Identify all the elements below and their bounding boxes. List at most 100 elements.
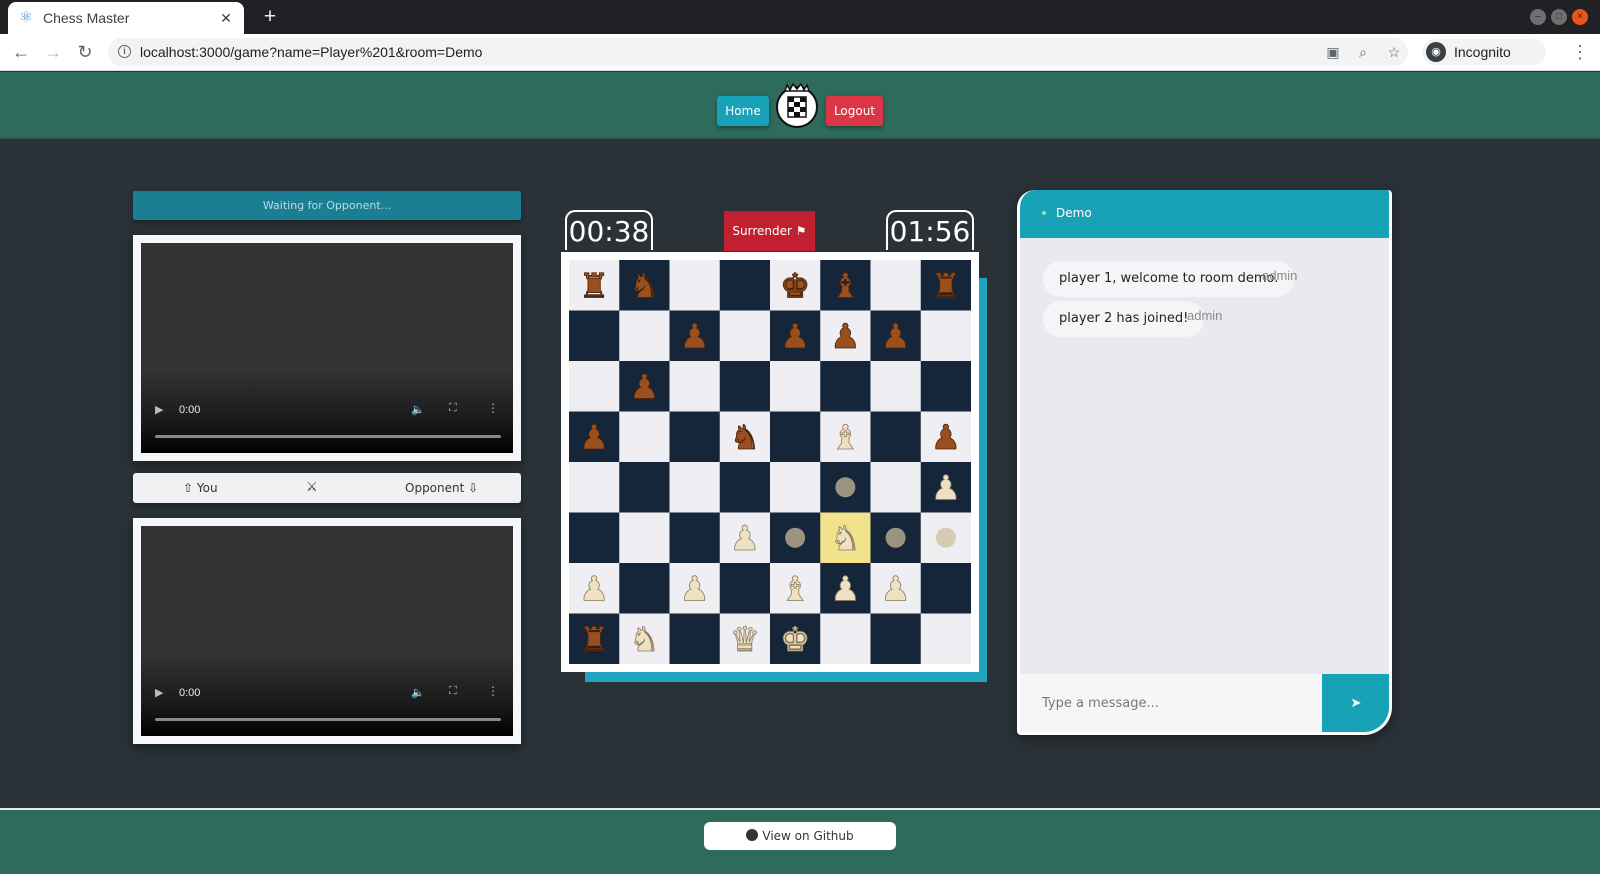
board-square[interactable] <box>569 361 620 412</box>
board-square[interactable] <box>820 613 871 665</box>
black-pawn-icon[interactable]: ♟ <box>779 316 810 357</box>
volume-icon[interactable]: 🔈 <box>411 686 425 699</box>
send-button[interactable]: ➤ <box>1322 674 1389 732</box>
white-pawn-icon[interactable]: ♟ <box>930 468 961 509</box>
board-square[interactable] <box>669 613 721 665</box>
white-pawn-icon[interactable]: ♟ <box>830 569 861 610</box>
video-progress-track[interactable] <box>155 435 501 438</box>
play-icon[interactable]: ▶ <box>155 686 163 699</box>
black-pawn-icon[interactable]: ♟ <box>629 367 660 408</box>
zoom-icon[interactable]: ⌕ <box>1354 43 1372 61</box>
board-square[interactable] <box>669 411 721 463</box>
home-button[interactable]: Home <box>717 96 769 126</box>
remote-video[interactable]: ▶ 0:00 🔈 ⛶ ⋮ <box>141 526 513 736</box>
white-queen-icon[interactable]: ♛ <box>729 619 760 660</box>
black-rook-icon[interactable]: ♜ <box>578 266 609 307</box>
board-square[interactable] <box>719 563 771 614</box>
black-bishop-icon[interactable]: ♝ <box>830 266 861 307</box>
maximize-button[interactable]: □ <box>1551 9 1567 25</box>
white-knight-icon[interactable]: ♞ <box>830 518 861 559</box>
black-rook-icon[interactable]: ♜ <box>930 266 961 307</box>
move-hint-dot[interactable] <box>935 527 956 548</box>
browser-menu-icon[interactable]: ⋮ <box>1570 40 1590 64</box>
board-square[interactable] <box>569 310 620 362</box>
board-square[interactable] <box>770 411 821 463</box>
logout-button[interactable]: Logout <box>826 96 883 126</box>
white-knight-icon[interactable]: ♞ <box>629 619 660 660</box>
board-square[interactable] <box>920 361 971 412</box>
move-hint-dot[interactable] <box>885 527 906 548</box>
white-pawn-icon[interactable]: ♟ <box>578 569 609 610</box>
message-input[interactable] <box>1020 674 1322 732</box>
more-options-icon[interactable]: ⋮ <box>487 684 499 698</box>
white-bishop-icon[interactable]: ♝ <box>779 569 810 610</box>
fullscreen-icon[interactable]: ⛶ <box>449 402 457 415</box>
chess-logo-icon[interactable] <box>776 82 818 128</box>
board-square[interactable] <box>770 361 821 412</box>
close-icon[interactable]: ✕ <box>218 10 234 27</box>
board-square[interactable] <box>870 260 922 311</box>
address-bar[interactable]: i localhost:3000/game?name=Player%201&ro… <box>108 38 1408 66</box>
board-square[interactable] <box>920 563 971 614</box>
board-square[interactable] <box>669 361 721 412</box>
board-square[interactable] <box>870 361 922 412</box>
black-pawn-icon[interactable]: ♟ <box>930 417 961 458</box>
board-square[interactable] <box>719 310 771 362</box>
volume-icon[interactable]: 🔈 <box>411 403 425 416</box>
white-bishop-icon[interactable]: ♝ <box>830 417 861 458</box>
board-square[interactable] <box>669 512 721 564</box>
board-square[interactable] <box>820 361 871 412</box>
github-button[interactable]: View on Github <box>704 822 896 850</box>
board-square[interactable] <box>569 512 620 564</box>
move-hint-dot[interactable] <box>835 477 856 498</box>
board-square[interactable] <box>669 462 721 513</box>
more-options-icon[interactable]: ⋮ <box>487 401 499 415</box>
white-pawn-icon[interactable]: ♟ <box>729 518 760 559</box>
local-video[interactable]: ▶ 0:00 🔈 ⛶ ⋮ <box>141 243 513 453</box>
forward-button[interactable]: → <box>41 40 65 64</box>
board-square[interactable] <box>870 462 922 513</box>
fullscreen-icon[interactable]: ⛶ <box>449 685 457 698</box>
board-square[interactable] <box>569 462 620 513</box>
browser-tab[interactable]: ⚛ Chess Master ✕ <box>8 2 244 34</box>
board-square[interactable] <box>619 310 670 362</box>
black-pawn-icon[interactable]: ♟ <box>880 316 911 357</box>
reload-button[interactable]: ↻ <box>73 40 97 64</box>
minimize-button[interactable]: – <box>1530 9 1546 25</box>
black-pawn-icon[interactable]: ♟ <box>830 316 861 357</box>
info-icon[interactable]: i <box>118 45 131 58</box>
board-square[interactable] <box>719 462 771 513</box>
url-text[interactable]: localhost:3000/game?name=Player%201&room… <box>140 44 482 60</box>
video-progress-track[interactable] <box>155 718 501 721</box>
board-square[interactable] <box>619 512 670 564</box>
board-square[interactable] <box>719 361 771 412</box>
board-square[interactable] <box>870 411 922 463</box>
play-icon[interactable]: ▶ <box>155 403 163 416</box>
black-rook-icon[interactable]: ♜ <box>578 619 609 660</box>
board-square[interactable] <box>619 563 670 614</box>
black-knight-icon[interactable]: ♞ <box>729 417 760 458</box>
black-knight-icon[interactable]: ♞ <box>629 266 660 307</box>
blocked-camera-icon[interactable]: ▣ <box>1324 43 1342 61</box>
black-king-icon[interactable]: ♚ <box>779 266 810 307</box>
bookmark-star-icon[interactable]: ☆ <box>1385 43 1403 61</box>
board-square[interactable] <box>669 260 721 311</box>
move-hint-dot[interactable] <box>785 527 806 548</box>
chess-board[interactable]: ♜ ♞ ♚ ♝ ♜ ♟ ♟ ♟ ♟ ♟ ♟ ♞ ♝ ♟ ♟ ♟ ♞ ♟ ♟ ♝ ♟ ♟ ♜ ♞ ♛ ♚ <box>569 260 971 664</box>
close-window-button[interactable]: × <box>1572 9 1588 25</box>
board-square[interactable] <box>870 613 922 665</box>
white-king-icon[interactable]: ♚ <box>779 619 810 660</box>
new-tab-button[interactable]: + <box>258 5 282 29</box>
back-button[interactable]: ← <box>9 40 33 64</box>
board-square[interactable] <box>719 260 771 311</box>
surrender-button[interactable]: Surrender ⚑ <box>724 211 815 251</box>
board-square[interactable] <box>920 310 971 362</box>
incognito-badge[interactable]: ◉ Incognito <box>1422 39 1546 65</box>
board-square[interactable] <box>619 462 670 513</box>
board-square[interactable] <box>770 462 821 513</box>
black-pawn-icon[interactable]: ♟ <box>578 417 609 458</box>
white-pawn-icon[interactable]: ♟ <box>679 569 710 610</box>
black-pawn-icon[interactable]: ♟ <box>679 316 710 357</box>
board-square[interactable] <box>619 411 670 463</box>
board-square[interactable] <box>920 613 971 665</box>
